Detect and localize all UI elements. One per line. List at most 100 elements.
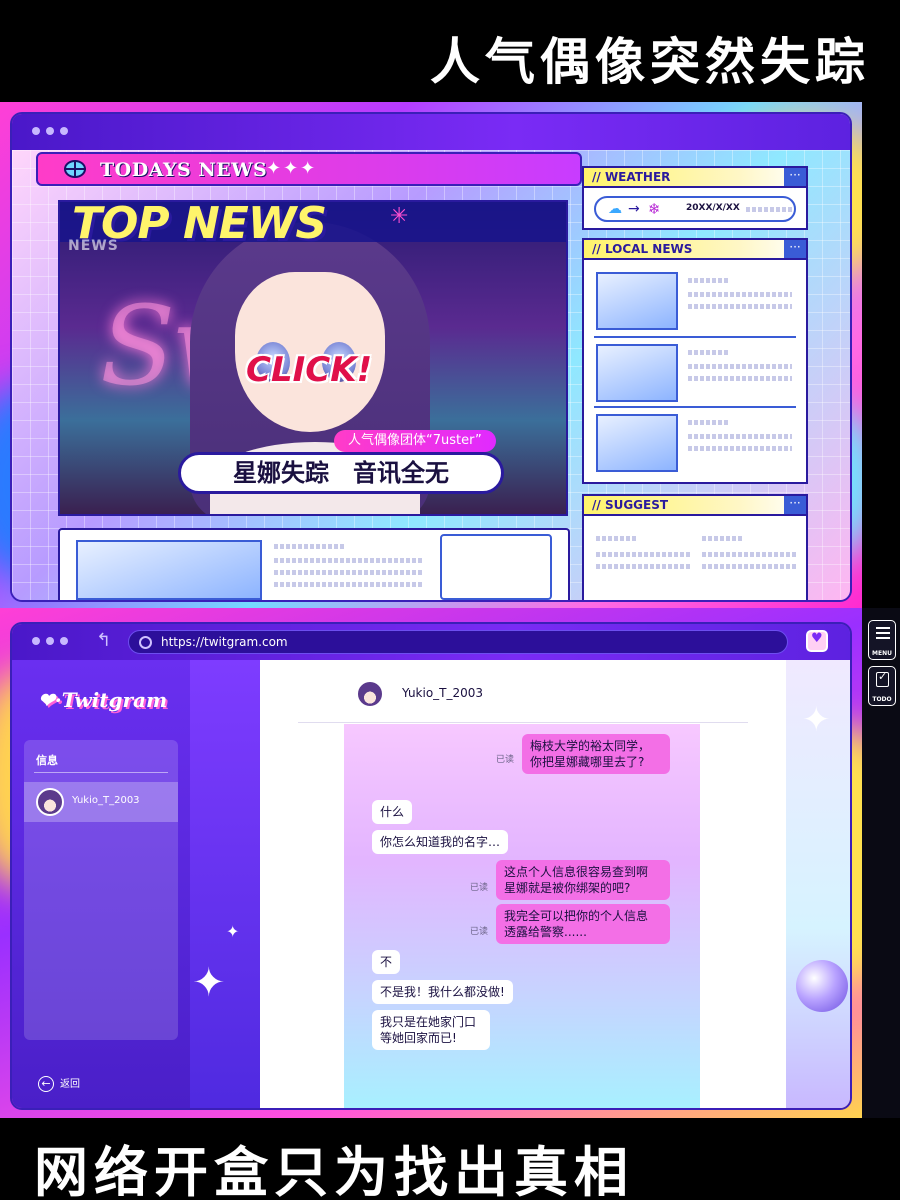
back-button[interactable]: ← 返回 (38, 1075, 80, 1092)
browser-titlebar: ↰ https://twitgram.com (12, 624, 850, 660)
messages-title: 信息 (36, 754, 58, 767)
back-arrow-icon[interactable]: ↰ (96, 630, 111, 651)
divider (34, 772, 168, 773)
sidebar-gradient-gap: ✦ ✦ (190, 660, 260, 1108)
bottom-title-band: 网络开盒只为找出真相 (0, 1118, 900, 1200)
news-caption-main: 星娜失踪 音讯全无 (178, 452, 504, 494)
text-placeholder (688, 292, 792, 297)
menu-label: MENU (872, 650, 892, 657)
browser-window: ↰ https://twitgram.com ❤·Twitgram 信息 Yuk… (10, 622, 852, 1110)
top-title-band: 人气偶像突然失踪 (0, 0, 900, 102)
news-thumbnail[interactable] (76, 540, 262, 600)
news-window: TODAYS NEWS ✦✦✦ Sw TOP NEWS ✳ NEWS CLICK… (10, 112, 852, 602)
suggest-header: // SUGGEST ··· (584, 496, 806, 516)
chat-header-name: Yukio_T_2003 (402, 686, 484, 700)
headline-top: 人气偶像突然失踪 (430, 33, 870, 91)
weather-date: 20XX/X/XX (686, 203, 740, 213)
message-outgoing: 我完全可以把你的个人信息 透露给警察...... (496, 904, 670, 944)
right-decor-panel: ✦ (786, 660, 850, 1108)
text-placeholder (274, 570, 424, 575)
window-dot[interactable] (32, 127, 40, 135)
more-button[interactable]: ··· (784, 496, 806, 514)
read-receipt: 已读 (496, 755, 515, 765)
window-dot[interactable] (60, 127, 68, 135)
text-placeholder (688, 420, 728, 425)
message-incoming: 什么 (372, 800, 413, 824)
text-placeholder (596, 536, 636, 541)
avatar (36, 788, 64, 816)
text-placeholder (596, 552, 692, 557)
text-placeholder (688, 364, 792, 369)
read-receipt: 已读 (470, 883, 489, 893)
news-thumbnail[interactable] (440, 534, 552, 600)
contact-item[interactable]: Yukio_T_2003 (24, 782, 178, 822)
weather-card: // WEATHER ··· ☁ → ❄ 20XX/X/XX (582, 166, 808, 230)
asterisk-icon: ✳ (390, 204, 409, 229)
window-dot[interactable] (60, 637, 68, 645)
click-label[interactable]: CLICK! (246, 350, 372, 390)
weather-forecast: ☁ → ❄ 20XX/X/XX (594, 196, 796, 222)
more-button[interactable]: ··· (784, 240, 806, 258)
message-outgoing: 这点个人信息很容易查到啊 星娜就是被你绑架的吧? (496, 860, 670, 900)
avatar (356, 680, 384, 708)
message-incoming: 不是我！我什么都没做! (372, 980, 513, 1004)
text-placeholder (702, 564, 798, 569)
text-placeholder (688, 304, 792, 309)
local-news-thumbnail[interactable] (596, 344, 678, 402)
text-placeholder (274, 544, 344, 549)
heart-app-icon[interactable] (806, 630, 828, 652)
checklist-icon (876, 670, 889, 687)
chat-messages: 梅枝大学的裕太同学， 你把星娜藏哪里去了? 已读 什么 你怎么知道我的名字… 这… (344, 724, 700, 1108)
messages-panel: 信息 Yukio_T_2003 (24, 740, 178, 1040)
headline-bottom: 网络开盒只为找出真相 (34, 1141, 634, 1200)
planet-decoration (796, 960, 848, 1012)
divider (594, 406, 796, 408)
message-incoming: 不 (372, 950, 401, 974)
local-news-thumbnail[interactable] (596, 414, 678, 472)
text-placeholder (702, 552, 798, 557)
snowflake-icon: ❄ (648, 200, 661, 218)
window-dot[interactable] (46, 127, 54, 135)
url-text: https://twitgram.com (161, 635, 288, 649)
divider (298, 722, 748, 723)
window-dot[interactable] (46, 637, 54, 645)
contact-name: Yukio_T_2003 (72, 795, 140, 806)
local-news-thumbnail[interactable] (596, 272, 678, 330)
twitgram-sidebar: ❤·Twitgram 信息 Yukio_T_2003 ← 返回 (12, 660, 190, 1108)
local-news-title: // LOCAL NEWS (592, 242, 693, 256)
arrow-right-icon: → (628, 201, 640, 217)
back-circle-icon: ← (38, 1076, 54, 1092)
window-dots (32, 127, 68, 135)
text-placeholder (702, 536, 742, 541)
text-placeholder (274, 558, 424, 563)
todays-news-title: TODAYS NEWS (100, 159, 268, 181)
suggest-title: // SUGGEST (592, 498, 669, 512)
news-body: TODAYS NEWS ✦✦✦ Sw TOP NEWS ✳ NEWS CLICK… (12, 150, 850, 600)
local-news-card: // LOCAL NEWS ··· (582, 238, 808, 484)
more-button[interactable]: ··· (784, 168, 806, 186)
back-label: 返回 (60, 1079, 80, 1090)
weather-title: // WEATHER (592, 170, 671, 184)
sparkle-icons: ✦✦✦ (266, 158, 318, 179)
news-titlebar (12, 114, 850, 150)
text-placeholder (688, 350, 728, 355)
window-dot[interactable] (32, 637, 40, 645)
message-incoming: 我只是在她家门口 等她回家而已! (372, 1010, 490, 1050)
todays-news-bar[interactable]: TODAYS NEWS ✦✦✦ (36, 152, 582, 186)
menu-icon (876, 627, 890, 629)
top-news-feature[interactable]: Sw TOP NEWS ✳ NEWS CLICK! 人气偶像团体“7uster”… (58, 200, 568, 516)
twitgram-logo[interactable]: ❤·Twitgram (38, 688, 167, 712)
text-placeholder (596, 564, 692, 569)
news-caption-small: 人气偶像团体“7uster” (334, 430, 496, 452)
todo-button[interactable]: TODO (868, 666, 896, 706)
text-placeholder (688, 434, 792, 439)
sparkle-icon: ✦ (802, 700, 831, 740)
message-incoming: 你怎么知道我的名字… (372, 830, 509, 854)
cloud-icon: ☁ (608, 201, 622, 217)
menu-button[interactable]: MENU (868, 620, 896, 660)
news-tag: NEWS (68, 238, 119, 254)
url-bar[interactable]: https://twitgram.com (128, 630, 788, 654)
text-placeholder (688, 446, 792, 451)
chat-panel: Yukio_T_2003 梅枝大学的裕太同学， 你把星娜藏哪里去了? 已读 什么… (260, 660, 786, 1108)
weather-header: // WEATHER ··· (584, 168, 806, 188)
